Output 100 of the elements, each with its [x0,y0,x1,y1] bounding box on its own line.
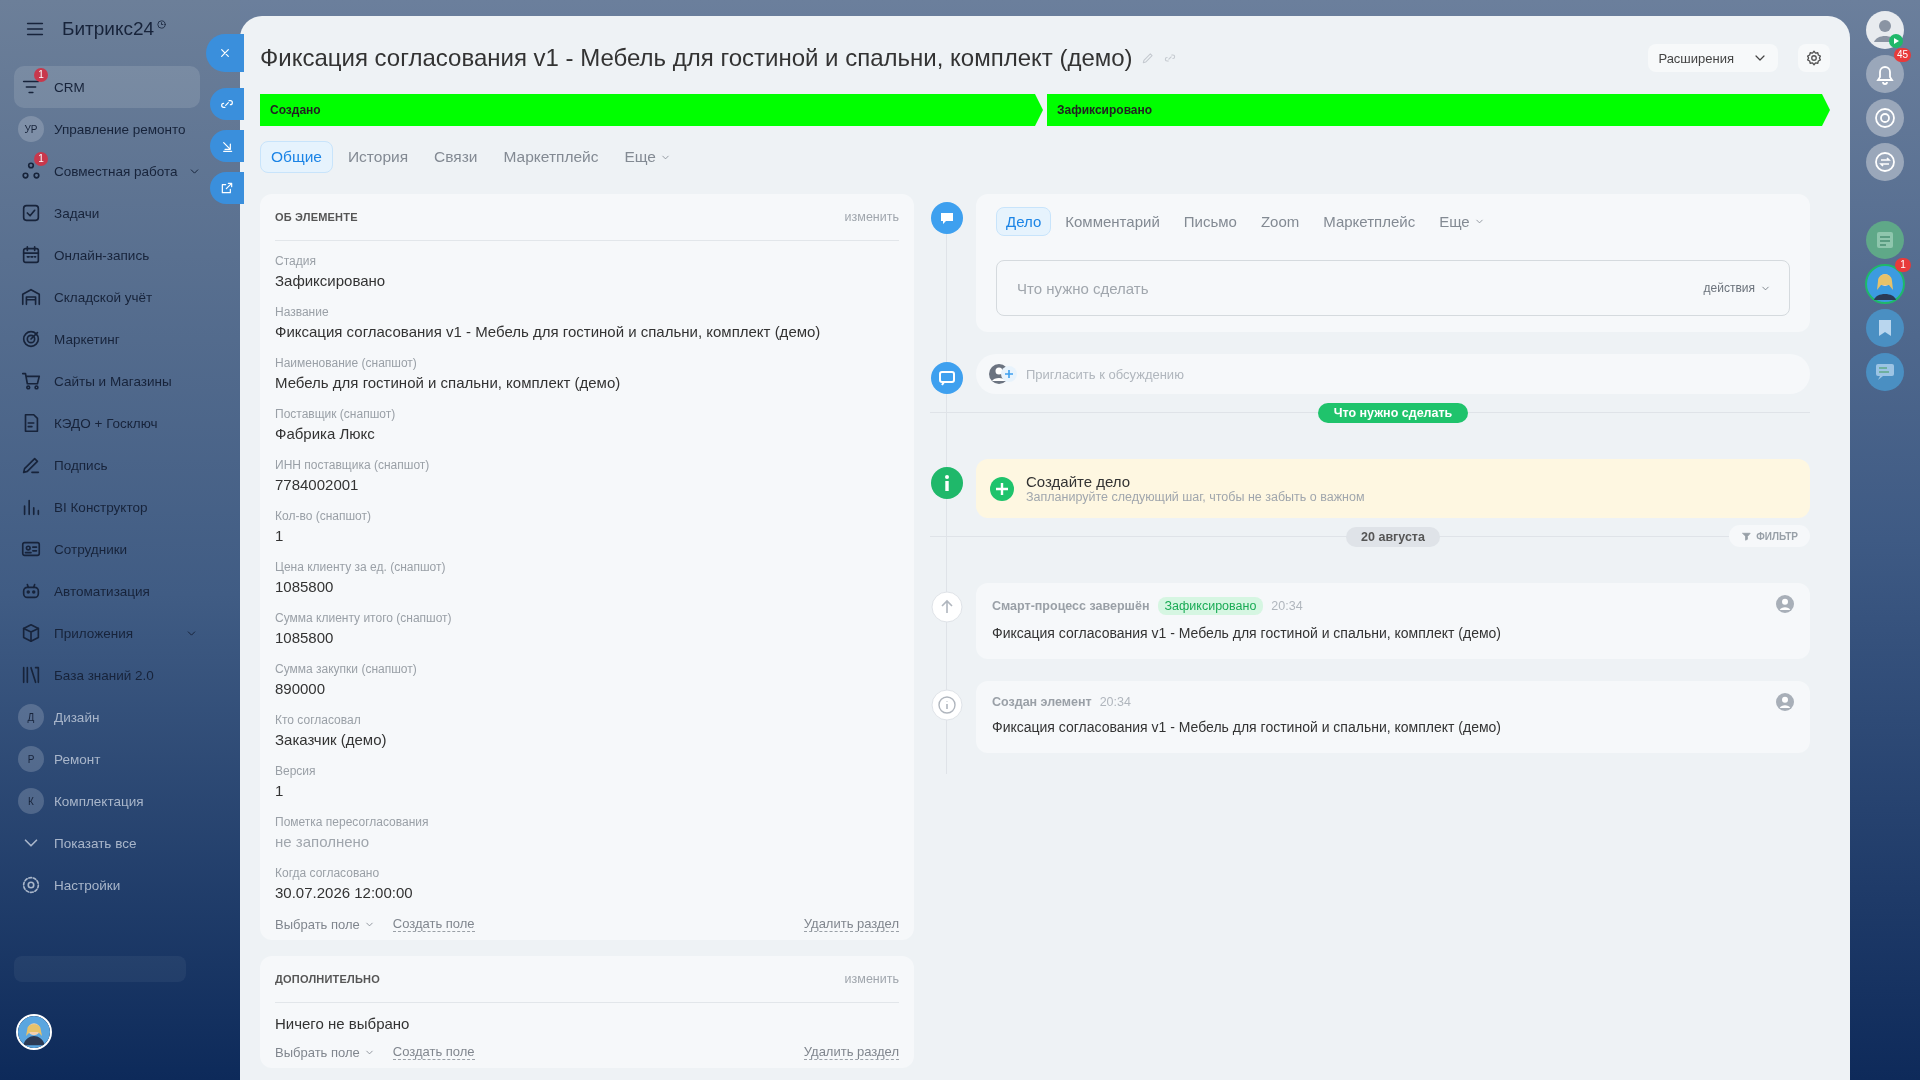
calendar-icon [20,244,42,266]
field-label: Версия [275,764,317,779]
sidebar-item[interactable]: Складской учёт [14,276,200,318]
tab[interactable]: Связи [423,141,489,173]
stage-badge: Зафиксировано [1157,597,1264,615]
tab[interactable]: Маркетплейс [492,141,610,173]
field-label: Кол-во (снапшот) [275,509,372,524]
initials-avatar: К [18,788,44,814]
select-field-dropdown[interactable]: Выбрать поле [275,1044,375,1060]
chat-bubble-icon [931,202,963,234]
sidebar-item[interactable]: BI Конструктор [14,486,200,528]
sidebar-label: Задачи [54,205,100,221]
extensions-dropdown[interactable]: Расширения [1648,44,1778,72]
field-label: Когда согласовано [275,866,381,881]
add-user-icon [988,363,1018,385]
event-text: Фиксация согласования v1 - Мебель для гостиной и спальни, комплект (демо) [992,719,1502,735]
warehouse-icon [20,286,42,308]
tab[interactable]: Письмо [1173,206,1247,236]
sidebar-label: Настройки [54,877,121,893]
field-label: Кто согласовал [275,713,362,728]
field-value: 7784002001 [275,475,360,495]
counter-badge: 45 [1893,48,1911,62]
todo-input[interactable]: Что нужно сделать действия [996,260,1790,316]
sidebar-item[interactable]: Онлайн-запись [14,234,200,276]
create-field-link[interactable]: Создать поле [392,916,475,932]
settings-icon [20,874,42,896]
edit-link[interactable]: изменить [844,972,899,986]
sidebar-item[interactable]: Подпись [14,444,200,486]
sidebar-item[interactable]: Приложения [14,612,200,654]
user-icon[interactable] [1865,10,1905,50]
field-label: Поставщик (снапшот) [275,407,397,422]
field-label: Пометка пересогласования [275,815,430,830]
section-pill: Что нужно сделать [1317,403,1469,423]
sidebar-item[interactable]: Настройки [14,864,200,906]
field-value: Фиксация согласования v1 - Мебель для гостиной и спальни, комплект (демо) [275,322,822,342]
sidebar-item[interactable]: К Комплектация [14,780,200,822]
field-label: Сумма закупки (снапшот) [275,662,418,677]
stage-step[interactable]: Зафиксировано [1047,94,1830,126]
tab[interactable]: Еще [613,141,682,173]
sidebar-item[interactable]: Сайты и Магазины [14,360,200,402]
settings-button[interactable] [1798,44,1830,72]
tab[interactable]: Еще [1429,206,1495,236]
sidebar-item[interactable]: Сотрудники [14,528,200,570]
target-icon[interactable] [1865,98,1905,138]
messages-icon[interactable] [1865,352,1905,392]
tab[interactable]: Маркетплейс [1313,206,1426,236]
sidebar-item[interactable]: 1 CRM [14,66,200,108]
field-value: 890000 [275,679,327,699]
sidebar-label: Складской учёт [54,289,153,305]
delete-section-link[interactable]: Удалить раздел [803,916,899,932]
sidebar-item[interactable]: Задачи [14,192,200,234]
sidebar-label: Онлайн-запись [54,247,150,263]
filter-button[interactable]: ФИЛЬТР [1729,525,1810,547]
create-field-link[interactable]: Создать поле [392,1044,475,1060]
field-value: Зафиксировано [275,271,387,291]
invite-field[interactable]: Пригласить к обсуждению [976,354,1810,394]
link-button[interactable] [210,88,244,120]
tab[interactable]: Общие [260,141,333,173]
user-icon[interactable] [1776,595,1794,613]
section-title: ОБ ЭЛЕМЕНТЕ [275,211,358,223]
sidebar-item[interactable]: УР Управление ремонто [14,108,200,150]
add-icon[interactable] [990,476,1014,501]
counter-badge: 1 [34,68,48,82]
sidebar-label: Комплектация [54,793,144,809]
date-label: 20 августа [1346,527,1440,547]
tab[interactable]: История [336,141,420,173]
sidebar-item[interactable]: 1 Совместная работа [14,150,200,192]
sidebar-item[interactable]: Автоматизация [14,570,200,612]
stage-step[interactable]: Создано [260,94,1043,126]
logo[interactable]: Битрикс24 [62,18,155,40]
bookmark-icon[interactable] [1865,308,1905,348]
sidebar-item[interactable]: КЭДО + Госключ [14,402,200,444]
sidebar-label: Дизайн [54,709,100,725]
field-value: Фабрика Люкс [275,424,376,444]
sidebar-item[interactable]: Д Дизайн [14,696,200,738]
delete-section-link[interactable]: Удалить раздел [803,1044,899,1060]
field-value: не заполнено [275,832,371,852]
edit-link[interactable]: изменить [844,210,899,224]
tab[interactable]: Комментарий [1055,206,1170,236]
sidebar-item[interactable]: Маркетинг [14,318,200,360]
field-label: Название [275,305,330,320]
sidebar-item[interactable]: Р Ремонт [14,738,200,780]
sidebar-label: Сайты и Магазины [54,373,172,389]
select-field-dropdown[interactable]: Выбрать поле [275,916,375,932]
chat-icon[interactable] [1865,142,1905,182]
tab[interactable]: Zoom [1250,206,1310,236]
sidebar-label: Ремонт [54,751,101,767]
sidebar-item[interactable]: Показать все [14,822,200,864]
counter-badge: 1 [1895,258,1911,272]
field-label: Сумма клиенту итого (снапшот) [275,611,453,626]
user-icon[interactable] [1776,693,1794,711]
sidebar-item[interactable]: База знаний 2.0 [14,654,200,696]
external-button[interactable] [210,172,244,204]
sidebar-label: CRM [54,79,85,95]
field-label: Наименование (снапшот) [275,356,418,371]
sidebar-label: Автоматизация [54,583,150,599]
tab[interactable]: Дело [996,206,1052,236]
event-time: 20:34 [1099,695,1131,709]
actions-dropdown[interactable]: действия [1703,281,1771,295]
download-button[interactable] [210,130,244,162]
